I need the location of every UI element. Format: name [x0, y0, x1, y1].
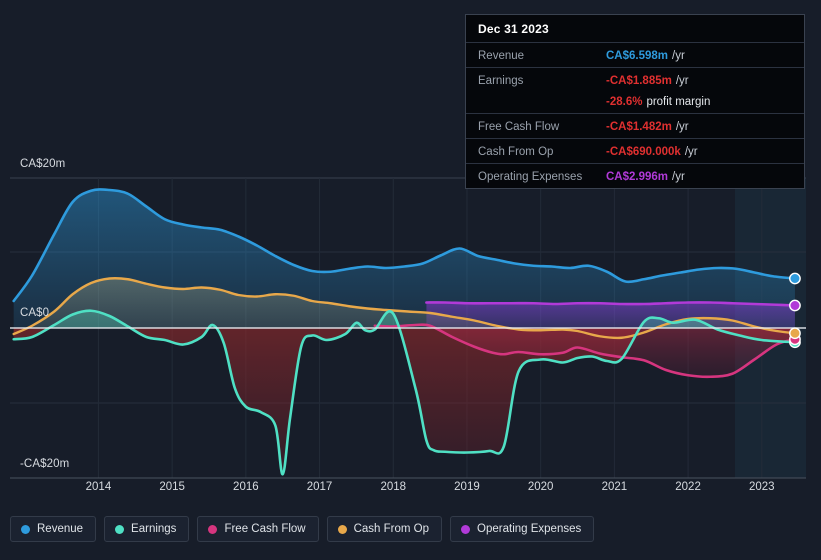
tooltip-row-value: -28.6% — [606, 96, 643, 108]
x-axis-tick-2017: 2017 — [306, 481, 333, 493]
x-axis-tick-2016: 2016 — [233, 481, 259, 493]
endpoint-marker-operating-expenses — [789, 299, 801, 312]
legend-item-label: Revenue — [37, 523, 84, 535]
tooltip-row-value-group: -CA$1.885m/yr — [606, 71, 689, 89]
x-axis-tick-2015: 2015 — [159, 481, 185, 493]
financial-chart — [0, 150, 821, 495]
tooltip-row: Free Cash Flow -CA$1.482m/yr — [466, 113, 804, 138]
tooltip-row-label: Cash From Op — [478, 146, 554, 158]
legend-item-label: Earnings — [131, 523, 177, 535]
tooltip-row: Operating Expenses CA$2.996m/yr — [466, 163, 804, 188]
tooltip-row-value-group: CA$2.996m/yr — [606, 167, 685, 185]
y-axis-label-zero: CA$0 — [20, 307, 50, 319]
tooltip-row-value-group: CA$6.598m/yr — [606, 46, 685, 64]
x-axis-tick-2019: 2019 — [454, 481, 480, 493]
legend-item-label: Cash From Op — [353, 523, 430, 535]
x-axis-tick-2022: 2022 — [675, 481, 701, 493]
endpoint-marker-revenue — [789, 272, 801, 285]
tooltip-row-value-group: -28.6% profit margin — [606, 92, 710, 110]
tooltip-row-label: Earnings — [478, 75, 524, 87]
tooltip-row-unit: /yr — [675, 75, 689, 87]
legend-color-dot-icon — [208, 524, 218, 534]
endpoint-marker-cash-from-op — [789, 327, 801, 340]
y-axis-label-top: CA$20m — [20, 158, 66, 170]
tooltip-row-unit: /yr — [672, 171, 685, 183]
series-layer — [12, 188, 797, 476]
tooltip-row-unit: /yr — [675, 121, 689, 133]
y-axis-label-bottom: -CA$20m — [20, 458, 70, 470]
x-axis-tick-2023: 2023 — [748, 481, 775, 493]
legend-item-revenue[interactable]: Revenue — [10, 516, 97, 542]
legend-color-dot-icon — [461, 524, 471, 534]
tooltip-row-unit: /yr — [684, 146, 698, 158]
legend-color-dot-icon — [115, 524, 125, 534]
legend-item-label: Free Cash Flow — [224, 523, 306, 535]
tooltip-row-value: CA$6.598m — [606, 50, 669, 62]
legend-color-dot-icon — [21, 524, 30, 534]
tooltip-row-label: Free Cash Flow — [478, 121, 560, 133]
tooltip-rows: Revenue CA$6.598m/yr Earnings -CA$1.885m/yr… — [466, 42, 804, 188]
tooltip-row-unit: /yr — [672, 50, 685, 62]
chart-legend: Revenue Earnings Free Cash Flow Cash From O… — [10, 516, 595, 542]
tooltip-row-label: Revenue — [478, 50, 525, 62]
tooltip-row-suffix: profit margin — [646, 96, 711, 108]
data-tooltip: Dec 31 2023 Revenue CA$6.598m/yr Earnings -… — [465, 14, 805, 189]
legend-item-label: Operating Expenses — [477, 523, 582, 535]
x-axis-tick-2020: 2020 — [527, 481, 554, 493]
tooltip-row-value: -CA$690.000k — [606, 146, 681, 158]
tooltip-row: Cash From Op -CA$690.000k/yr — [466, 138, 804, 163]
x-axis-tick-2021: 2021 — [601, 481, 628, 493]
legend-item-operating-expenses[interactable]: Operating Expenses — [450, 516, 595, 542]
legend-item-cash-from-op[interactable]: Cash From Op — [326, 516, 443, 542]
legend-color-dot-icon — [337, 524, 347, 534]
tooltip-row-label: Operating Expenses — [478, 171, 583, 183]
tooltip-row: Earnings -CA$1.885m/yr — [466, 67, 804, 92]
tooltip-row-value: -CA$1.885m — [606, 75, 672, 87]
chart-page: CA$20m CA$0 -CA$20m 2014 2015 2016 2017 2018… — [0, 0, 821, 560]
tooltip-row: Revenue CA$6.598m/yr — [466, 42, 804, 67]
tooltip-row-value: -CA$1.482m — [606, 121, 672, 133]
tooltip-date-label: Dec 31 2023 — [478, 22, 549, 36]
tooltip-row-value-group: -CA$1.482m/yr — [606, 117, 689, 135]
x-axis: 2014 2015 2016 2017 2018 2019 2020 2021 2022 2023 — [0, 481, 821, 503]
tooltip-row-value: CA$2.996m — [606, 171, 669, 183]
legend-item-earnings[interactable]: Earnings — [104, 516, 190, 542]
x-axis-tick-2018: 2018 — [380, 481, 407, 493]
legend-item-free-cash-flow[interactable]: Free Cash Flow — [197, 516, 319, 542]
tooltip-row-value-group: -CA$690.000k/yr — [606, 142, 698, 160]
chart-canvas — [10, 177, 806, 479]
tooltip-row: -28.6% profit margin — [466, 92, 804, 113]
x-axis-tick-2014: 2014 — [85, 481, 112, 493]
